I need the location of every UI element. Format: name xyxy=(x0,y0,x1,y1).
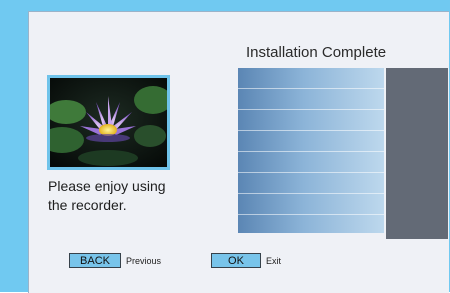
divider-line xyxy=(238,88,384,89)
back-button[interactable]: BACK xyxy=(69,253,121,268)
completion-message: Please enjoy using the recorder. xyxy=(48,177,208,215)
divider-line xyxy=(238,193,384,194)
page-title: Installation Complete xyxy=(246,44,387,61)
divider-line xyxy=(238,109,384,110)
divider-line xyxy=(238,172,384,173)
divider-line xyxy=(238,151,384,152)
message-line-2: the recorder. xyxy=(48,197,127,213)
back-button-label: Previous xyxy=(126,256,162,266)
divider-line xyxy=(238,130,384,131)
water-lily-icon xyxy=(50,78,167,167)
decorative-gradient-panel xyxy=(238,68,384,233)
decorative-side-panel xyxy=(386,68,448,239)
ok-button-label: Exit xyxy=(266,256,282,266)
ok-button[interactable]: OK xyxy=(211,253,261,268)
divider-line xyxy=(238,214,384,215)
message-line-1: Please enjoy using xyxy=(48,178,166,194)
water-lily-thumbnail xyxy=(50,78,167,167)
